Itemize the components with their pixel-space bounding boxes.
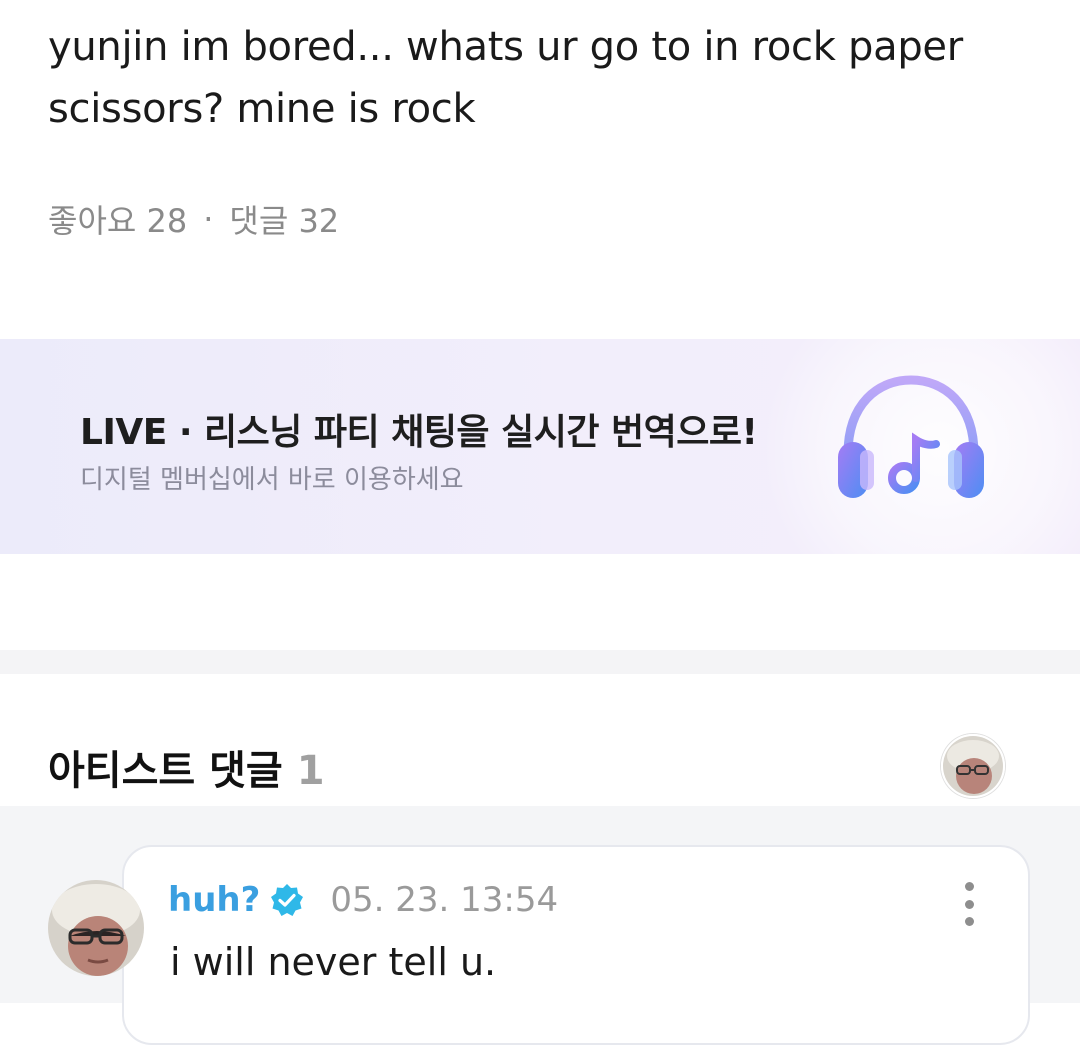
avatar-image <box>48 880 144 976</box>
more-dot <box>964 899 974 909</box>
banner-title: LIVE · 리스닝 파티 채팅을 실시간 번역으로! <box>80 412 758 453</box>
post-stats: 좋아요 28 · 댓글 32 <box>48 196 339 242</box>
post-text: yunjin im bored... whats ur go to in roc… <box>48 24 963 132</box>
artist-comments-header: 아티스트 댓글 1 <box>48 738 325 796</box>
comments-count[interactable]: 댓글 32 <box>229 196 339 242</box>
stats-separator: · <box>203 200 214 238</box>
more-dot <box>964 882 974 891</box>
banner-subtitle: 디지털 멤버십에서 바로 이용하세요 <box>80 465 464 495</box>
more-dot <box>964 917 974 926</box>
verified-badge-icon <box>271 884 304 916</box>
comment-author-avatar[interactable] <box>48 880 144 976</box>
comment-author-name[interactable]: huh? <box>168 880 260 920</box>
artist-avatar[interactable] <box>941 734 1005 798</box>
comment-text: i will never tell u. <box>170 940 497 984</box>
more-vertical-icon[interactable] <box>956 882 982 926</box>
comment-date: 05. 23. 13:54 <box>330 880 559 920</box>
likes-count[interactable]: 좋아요 28 <box>48 196 187 242</box>
artist-comments-title: 아티스트 댓글 <box>48 748 283 794</box>
avatar-image <box>943 736 1003 796</box>
artist-comments-count: 1 <box>296 748 325 794</box>
headphones-music-icon <box>838 375 984 498</box>
section-divider <box>0 650 1080 674</box>
comment-meta: huh? 05. 23. 13:54 <box>168 880 558 920</box>
